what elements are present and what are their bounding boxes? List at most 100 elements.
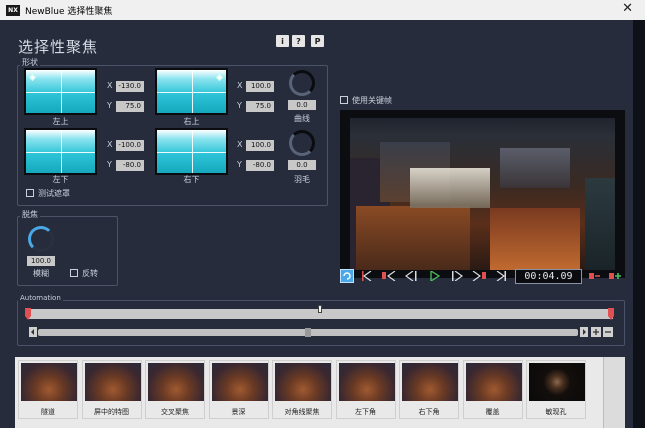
invert-checkbox[interactable] [70,269,78,277]
preset-thumbnail[interactable]: 左下角 [335,360,396,419]
quad-bottom-right[interactable] [155,128,228,175]
corner-handle[interactable] [215,73,224,82]
building [585,178,615,270]
blur-dial[interactable] [28,226,54,252]
preview-image [350,118,615,270]
preset-preview-image [21,363,77,401]
y-label: Y [107,160,112,169]
bottom-right-x-field[interactable]: 100.0 [246,140,274,151]
quad-bottom-left[interactable] [24,128,97,175]
preset-preview-image [529,363,585,401]
zoom-out-icon[interactable] [603,327,613,337]
y-label: Y [107,101,112,110]
bottom-left-x-field[interactable]: -100.0 [116,140,144,151]
loop-icon[interactable] [340,269,354,283]
quad-h-line [157,151,226,153]
keyframes-label: 使用关键帧 [352,96,392,105]
keyframe-marker-icon[interactable] [25,308,31,320]
feather-label: 羽毛 [294,175,310,184]
quad-h-line [26,91,95,93]
test-mask-label: 测试遮罩 [38,189,70,198]
bottom-left-y-field[interactable]: -80.0 [116,160,144,171]
preset-label: 敏现孔 [545,408,567,416]
prev-keyframe-icon[interactable] [382,271,396,281]
play-icon[interactable] [430,271,440,281]
preset-preview-image [148,363,204,401]
x-label: X [107,81,113,90]
automation-label: Automation [18,294,63,302]
top-right-x-field[interactable]: 100.0 [246,81,274,92]
preset-label: 对角线聚焦 [284,408,320,416]
preset-label: 景深 [231,408,246,416]
playhead-handle[interactable] [318,305,322,313]
shape-group-label: 形状 [20,57,40,68]
blur-value[interactable]: 100.0 [27,256,55,266]
quad-label-bottom-right: 右下 [183,175,200,184]
feather-value[interactable]: 0.0 [288,160,316,170]
preset-thumbnail[interactable]: 隧道 [18,360,78,419]
preset-thumbnail[interactable]: 景深 [208,360,269,419]
video-preview[interactable] [340,110,625,278]
building [410,168,490,208]
corner-handle[interactable] [28,73,37,82]
timecode-display[interactable]: 00:04.09 [515,269,582,284]
preset-label: 隧道 [41,408,55,416]
quad-top-left[interactable] [24,68,97,115]
preset-thumbnail[interactable]: 对角线聚焦 [272,360,332,419]
preset-label: 左下角 [355,408,376,416]
curve-dial[interactable] [289,70,315,96]
test-mask-checkbox[interactable] [26,189,34,197]
bottom-right-y-field[interactable]: -80.0 [246,160,274,171]
help-button[interactable]: ? [292,35,305,47]
zoom-in-icon[interactable] [591,327,601,337]
quad-h-line [157,91,226,93]
preset-thumbnail[interactable]: 交叉聚焦 [145,360,205,419]
quad-h-line [26,151,95,153]
app-icon: NX [6,4,20,16]
presets-button[interactable]: P [311,35,324,47]
preset-thumbnail[interactable]: 右下角 [399,360,459,419]
y-label: Y [237,101,242,110]
keyframes-checkbox[interactable] [340,96,348,104]
go-end-icon[interactable] [496,271,506,281]
top-left-x-field[interactable]: -130.0 [116,81,144,92]
curve-label: 曲线 [294,114,310,123]
quad-top-right[interactable] [155,68,228,115]
preset-scrollbar[interactable] [603,357,625,428]
feather-dial[interactable] [289,130,315,156]
step-forward-icon[interactable] [452,271,464,281]
preset-preview-image [275,363,331,401]
quad-label-bottom-left: 左下 [52,175,69,184]
preset-thumbnail[interactable]: 屏中的特图 [81,360,142,419]
scrollbar-thumb[interactable] [305,328,311,337]
add-keyframe-icon[interactable] [609,270,621,282]
go-start-icon[interactable] [362,271,372,281]
curve-value[interactable]: 0.0 [288,100,316,110]
next-keyframe-icon[interactable] [472,271,486,281]
top-right-y-field[interactable]: 75.0 [246,101,274,112]
quad-label-top-right: 右上 [183,117,200,126]
scroll-left-icon[interactable] [29,327,37,337]
invert-label: 反转 [82,269,98,278]
x-label: X [107,140,113,149]
preset-label: 覆盖 [485,408,500,416]
delete-keyframe-icon[interactable] [589,271,600,281]
preset-label: 屏中的特图 [94,408,129,416]
top-left-y-field[interactable]: 75.0 [116,101,144,112]
scroll-right-icon[interactable] [580,327,588,337]
effect-panel: 选择性聚焦 i ? P 形状 左上 X -130.0 Y 75.0 右上 X 1… [0,20,633,428]
close-icon[interactable]: ✕ [622,1,633,16]
street-lights [490,208,580,270]
preset-thumbnail[interactable]: 覆盖 [462,360,523,419]
building [500,148,570,188]
keyframe-marker-icon[interactable] [608,308,614,320]
info-button[interactable]: i [276,35,289,47]
preset-preview-image [84,363,141,401]
x-label: X [237,81,243,90]
blur-label: 模糊 [33,269,49,278]
preset-preview-image [402,363,458,401]
preset-thumbnail[interactable]: 敏现孔 [526,360,586,419]
step-back-icon[interactable] [405,271,417,281]
preset-browser: 隧道 屏中的特图 交叉聚焦 景深 对角线聚焦 左下角 右下角 覆盖 敏现孔 [15,357,625,428]
y-label: Y [237,160,242,169]
